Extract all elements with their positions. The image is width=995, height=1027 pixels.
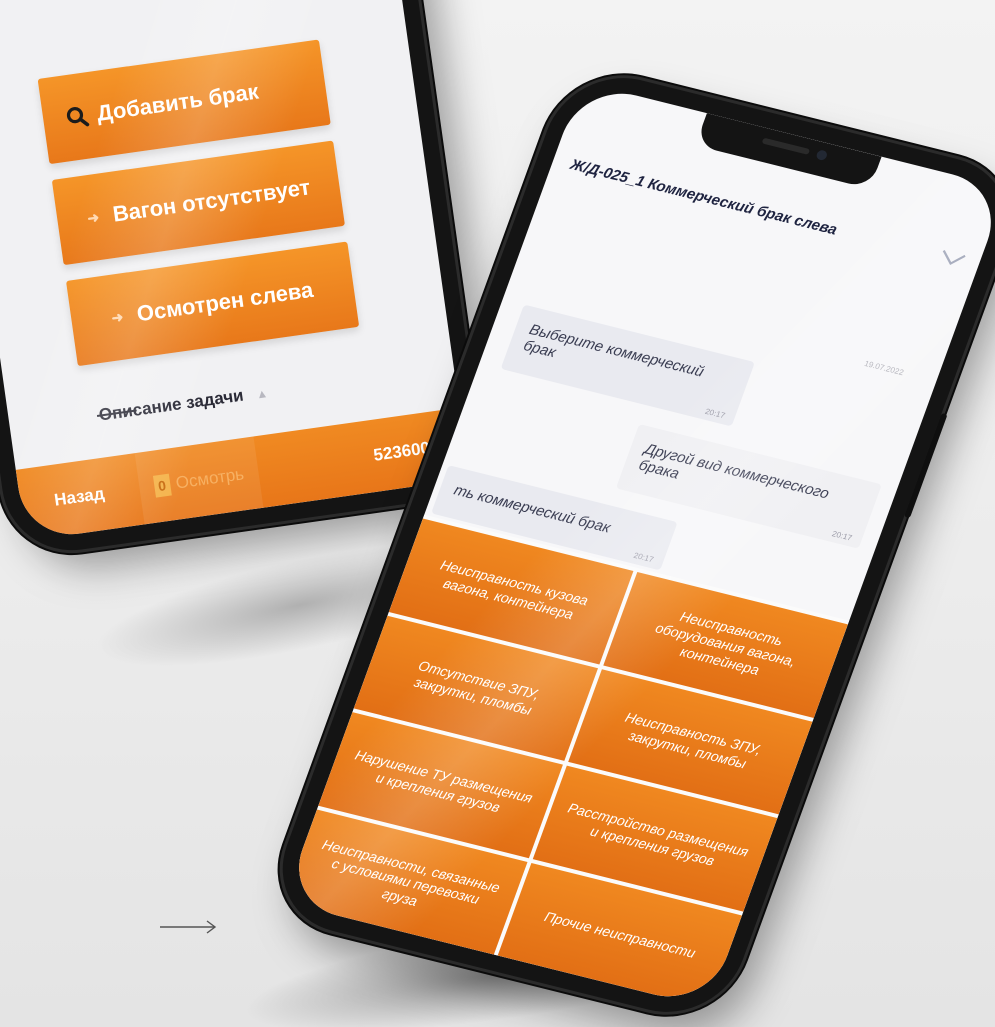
back-button[interactable]: Назад (19, 479, 141, 516)
chat-date: 19.07.2022 (863, 358, 905, 378)
add-defect-button[interactable]: Добавить брак (37, 39, 331, 165)
message-time: 20:17 (632, 550, 655, 565)
left-phone: Добавить брак ➜ Вагон отсутствует ➜ Осмо… (0, 0, 488, 560)
arrow-right-icon[interactable] (158, 916, 218, 938)
arrow-icon: ➜ (110, 307, 125, 326)
arrow-icon: ➜ (86, 208, 101, 226)
left-phone-screen: Добавить брак ➜ Вагон отсутствует ➜ Осмо… (0, 0, 470, 542)
inspect-count-badge: 0 (152, 473, 172, 498)
inspected-left-button[interactable]: ➜ Осмотрен слева (65, 241, 360, 367)
task-description-label: Описание задачи (97, 385, 245, 425)
message-time: 20:17 (703, 406, 727, 421)
message-bubble: Выберите коммерческий брак 20:17 (500, 304, 755, 427)
message-text: Выберите коммерческий брак (521, 321, 707, 381)
inspect-button[interactable]: 0 Осмотрь (134, 436, 264, 525)
triangle-up-icon: ▲ (255, 386, 269, 402)
task-description-toggle[interactable]: Описание задачи ▲ (96, 382, 270, 426)
mockup-stage: Добавить брак ➜ Вагон отсутствует ➜ Осмо… (0, 0, 995, 1027)
speaker-grille (761, 137, 811, 155)
message-text: Другой вид коммерческого брака (636, 440, 832, 503)
chevron-down-icon[interactable] (935, 243, 969, 274)
camera-icon (815, 149, 829, 162)
inspect-label: Осмотрь (174, 464, 246, 493)
wagon-missing-label: Вагон отсутствует (111, 174, 312, 227)
inspected-left-label: Осмотрен слева (135, 276, 315, 327)
search-icon (64, 103, 91, 130)
add-defect-label: Добавить брак (95, 78, 261, 126)
message-time: 20:17 (830, 529, 854, 543)
wagon-missing-button[interactable]: ➜ Вагон отсутствует (51, 140, 345, 266)
